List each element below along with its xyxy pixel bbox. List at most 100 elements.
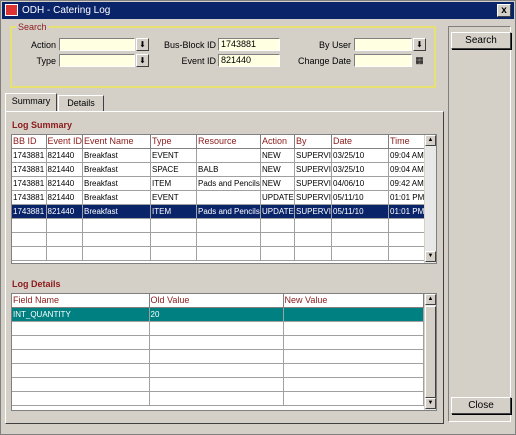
column-header[interactable]: By [294, 135, 332, 149]
table-cell [150, 246, 198, 261]
type-field[interactable] [59, 54, 135, 67]
table-row[interactable]: 1743881 821440 Breakfast EVENT NEW SUPERVI 03… [12, 148, 431, 163]
scroll-up-icon[interactable]: ▲ [425, 135, 436, 146]
table-cell: SUPERVI [294, 176, 332, 191]
log-summary-title: Log Summary [12, 120, 73, 130]
table-row[interactable] [12, 246, 431, 261]
table-cell: NEW [260, 176, 296, 191]
table-cell: SUPERVI [294, 190, 332, 205]
table-cell: Pads and Pencils [196, 204, 262, 219]
window-title: ODH - Catering Log [22, 5, 111, 16]
table-row[interactable] [12, 349, 424, 364]
table-cell [82, 232, 152, 247]
table-cell [149, 321, 284, 336]
table-cell: 821440 [46, 190, 84, 205]
table-cell [283, 335, 424, 350]
table-cell [294, 218, 332, 233]
table-row[interactable]: 1743881 821440 Breakfast ITEM Pads and Penci… [12, 176, 431, 191]
type-label: Type [36, 56, 56, 66]
column-header[interactable]: Event ID [46, 135, 84, 149]
column-header[interactable]: Type [150, 135, 198, 149]
scroll-thumb[interactable] [425, 306, 436, 398]
column-header[interactable]: Date [331, 135, 389, 149]
search-legend: Search [16, 22, 49, 32]
summary-tab-panel: Log Summary BB ID Event ID Event Name Type R… [5, 111, 444, 424]
summary-scrollbar[interactable]: ▲ ▼ [424, 135, 436, 263]
close-icon[interactable]: x [497, 4, 511, 17]
table-cell [331, 218, 389, 233]
table-cell [12, 232, 47, 247]
table-cell [82, 218, 152, 233]
action-dropdown-icon[interactable]: ⬇ [136, 38, 149, 51]
table-cell [283, 377, 424, 392]
calendar-icon[interactable]: ▦ [413, 54, 426, 67]
table-row[interactable]: 1743881 821440 Breakfast SPACE BALB NEW SUPERV… [12, 162, 431, 177]
tab-summary[interactable]: Summary [5, 93, 57, 112]
table-cell [331, 232, 389, 247]
table-cell [12, 377, 150, 392]
changedate-field[interactable] [354, 54, 412, 67]
table-cell [196, 232, 262, 247]
table-row[interactable]: 1743881 821440 Breakfast ITEM Pads and Penci… [12, 204, 431, 219]
table-row[interactable] [12, 363, 424, 378]
column-header[interactable]: Field Name [12, 294, 150, 308]
scroll-down-icon[interactable]: ▼ [425, 398, 436, 409]
log-summary-grid: BB ID Event ID Event Name Type Resource Actio… [11, 134, 437, 264]
table-cell [46, 232, 84, 247]
column-header[interactable]: Resource [196, 135, 262, 149]
table-cell: SUPERVI [294, 162, 332, 177]
type-dropdown-icon[interactable]: ⬇ [136, 54, 149, 67]
table-row[interactable] [12, 321, 424, 336]
table-cell: 821440 [46, 176, 84, 191]
table-cell [46, 246, 84, 261]
table-cell [149, 349, 284, 364]
eventid-field[interactable]: 821440 [218, 54, 280, 67]
table-cell [283, 321, 424, 336]
table-cell [260, 218, 296, 233]
byuser-label: By User [318, 40, 351, 50]
tab-details[interactable]: Details [58, 95, 104, 112]
table-cell [294, 232, 332, 247]
table-cell [294, 246, 332, 261]
table-cell: ITEM [150, 204, 198, 219]
table-cell: NEW [260, 162, 296, 177]
table-row[interactable] [12, 232, 431, 247]
search-group: Search Action ⬇ Type ⬇ Bus-Block ID 1743… [10, 22, 436, 88]
table-cell [196, 246, 262, 261]
bbid-label: Bus-Block ID [163, 40, 216, 50]
table-row[interactable]: INT_QUANTITY 20 [12, 307, 424, 322]
bbid-field[interactable]: 1743881 [218, 38, 280, 51]
table-row[interactable] [12, 218, 431, 233]
title-bar: ODH - Catering Log x [2, 2, 514, 19]
log-details-table: Field Name Old Value New Value INT_QUANTIT… [12, 294, 424, 406]
table-row[interactable] [12, 377, 424, 392]
eventid-label: Event ID [181, 56, 216, 66]
table-cell: 821440 [46, 204, 84, 219]
log-details-title: Log Details [12, 279, 61, 289]
log-summary-table: BB ID Event ID Event Name Type Resource Actio… [12, 135, 431, 261]
table-cell: Breakfast [82, 204, 152, 219]
column-header[interactable]: New Value [283, 294, 424, 308]
table-row[interactable] [12, 391, 424, 406]
scroll-up-icon[interactable]: ▲ [425, 294, 436, 305]
table-cell [46, 218, 84, 233]
column-header[interactable]: Old Value [149, 294, 284, 308]
search-button[interactable]: Search [451, 32, 511, 49]
column-header[interactable]: Action [260, 135, 296, 149]
column-header[interactable]: Event Name [82, 135, 152, 149]
table-cell: Breakfast [82, 148, 152, 163]
table-cell: 1743881 [12, 148, 47, 163]
table-cell: Breakfast [82, 176, 152, 191]
table-row[interactable] [12, 335, 424, 350]
close-button[interactable]: Close [451, 397, 511, 414]
action-field[interactable] [59, 38, 135, 51]
details-scrollbar[interactable]: ▲ ▼ [424, 294, 436, 410]
byuser-field[interactable] [354, 38, 412, 51]
table-row[interactable]: 1743881 821440 Breakfast EVENT UPDATE SUPERV… [12, 190, 431, 205]
table-cell [283, 363, 424, 378]
scroll-down-icon[interactable]: ▼ [425, 251, 436, 262]
app-icon [5, 4, 18, 16]
table-cell [12, 363, 150, 378]
column-header[interactable]: BB ID [12, 135, 47, 149]
byuser-dropdown-icon[interactable]: ⬇ [413, 38, 426, 51]
